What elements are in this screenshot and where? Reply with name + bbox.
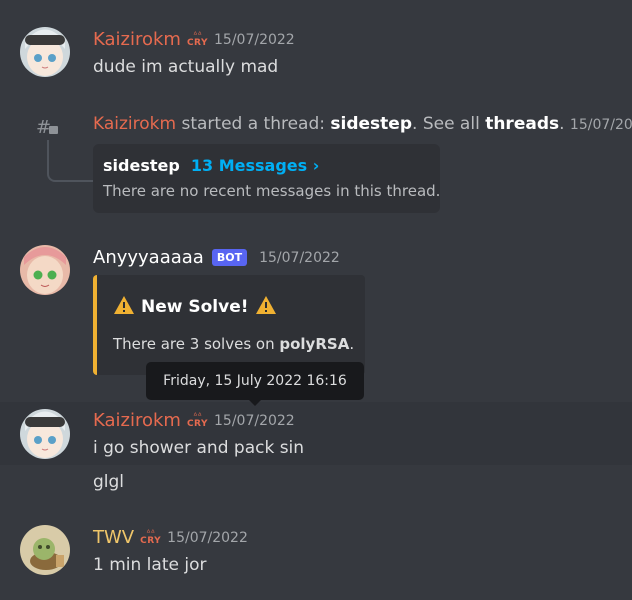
- svg-text:#: #: [36, 117, 51, 138]
- message-text: dude im actually mad: [93, 57, 279, 77]
- crying-badge-icon: ᐞᐞ CRY: [140, 528, 162, 546]
- warning-icon: [255, 295, 277, 319]
- message-text: i go shower and pack sin: [93, 438, 305, 458]
- message-text-followup: glgl: [93, 472, 125, 492]
- see-all-text: See all: [422, 114, 480, 134]
- author-name[interactable]: Anyyyaaaaa: [93, 247, 204, 268]
- tooltip-arrow: [248, 399, 262, 406]
- timestamp[interactable]: 15/07/2022: [259, 250, 340, 266]
- author-name[interactable]: Kaizirokm: [93, 410, 181, 431]
- thread-card-name: sidestep: [103, 156, 180, 175]
- crying-badge-icon: ᐞᐞ CRY: [186, 30, 209, 48]
- timestamp-tooltip: Friday, 15 July 2022 16:16: [146, 362, 364, 400]
- author-name[interactable]: Kaizirokm: [93, 29, 181, 50]
- warning-icon: [113, 295, 135, 319]
- avatar-anyya[interactable]: [20, 245, 70, 295]
- crying-badge-icon: ᐞᐞ CRY: [186, 411, 209, 429]
- threads-link[interactable]: threads: [485, 114, 559, 134]
- thread-name-link[interactable]: sidestep: [330, 114, 412, 134]
- thread-card[interactable]: sidestep 13 Messages › There are no rece…: [93, 144, 440, 213]
- avatar-twv[interactable]: [20, 525, 70, 575]
- embed-card: New Solve! There are 3 solves on polyRSA…: [93, 275, 365, 375]
- thread-spine: [47, 140, 95, 182]
- thread-card-empty: There are no recent messages in this thr…: [103, 182, 441, 200]
- thread-timestamp[interactable]: 15/07/2022: [570, 117, 632, 133]
- thread-action: started a thread:: [181, 114, 325, 134]
- timestamp[interactable]: 15/07/2022: [167, 530, 248, 546]
- timestamp[interactable]: 15/07/2022: [214, 413, 295, 429]
- avatar-kaizirokm[interactable]: [20, 27, 70, 77]
- message-text: 1 min late jor: [93, 555, 207, 575]
- avatar-kaizirokm[interactable]: [20, 409, 70, 459]
- timestamp[interactable]: 15/07/2022: [214, 32, 295, 48]
- bot-tag: BOT: [211, 249, 248, 266]
- embed-description: There are 3 solves on polyRSA.: [113, 335, 355, 353]
- embed-title: New Solve!: [141, 297, 249, 317]
- author-name[interactable]: TWV: [93, 527, 134, 548]
- thread-author[interactable]: Kaizirokm: [93, 114, 176, 134]
- thread-message-count[interactable]: 13 Messages ›: [191, 156, 319, 175]
